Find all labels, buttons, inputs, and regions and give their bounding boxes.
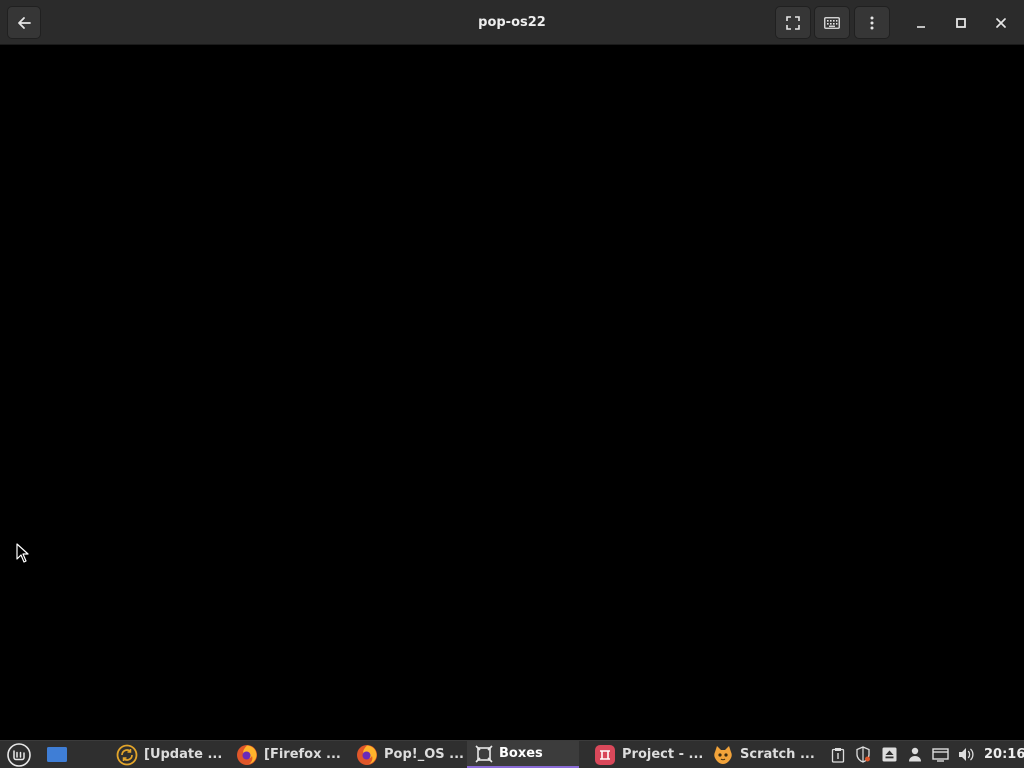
tray-eject[interactable] — [882, 741, 898, 768]
mint-menu-icon — [7, 742, 31, 767]
task-label: [Firefox ... — [264, 747, 341, 762]
volume-icon — [959, 748, 974, 761]
user-icon — [909, 747, 921, 762]
back-button[interactable] — [7, 6, 41, 39]
task-label: [Update ... — [144, 747, 223, 762]
kebab-menu-icon — [870, 16, 874, 29]
minimize-icon — [917, 25, 925, 28]
boxes-icon — [475, 744, 493, 763]
keyboard-button[interactable] — [814, 6, 850, 39]
update-manager-icon — [116, 744, 138, 765]
task-scratch[interactable]: Scratch ... — [704, 741, 822, 768]
vm-display[interactable] — [0, 45, 1024, 740]
close-icon — [996, 17, 1006, 28]
task-update-manager[interactable]: [Update ... — [108, 741, 226, 768]
show-desktop-button[interactable] — [44, 741, 70, 768]
close-button[interactable] — [988, 6, 1014, 39]
tray-clipboard[interactable] — [831, 741, 847, 768]
maximize-icon — [956, 17, 966, 28]
taskbar: [Update ... [Firefox ... Pop!_OS ... Box… — [0, 740, 1024, 768]
project-app-icon — [595, 744, 615, 765]
tray-display[interactable] — [932, 741, 950, 768]
window-title: pop-os22 — [478, 15, 546, 30]
window-titlebar: pop-os22 — [0, 0, 1024, 45]
fullscreen-icon — [786, 15, 800, 30]
eject-icon — [882, 747, 897, 762]
tray-user[interactable] — [908, 741, 924, 768]
task-label: Scratch ... — [740, 747, 815, 762]
tray-shield[interactable] — [855, 741, 873, 768]
clipboard-icon — [831, 747, 845, 763]
task-label: Pop!_OS ... — [384, 747, 464, 762]
scratch-icon — [714, 745, 732, 764]
menu-button[interactable] — [4, 741, 34, 768]
maximize-button[interactable] — [948, 6, 974, 39]
task-project[interactable]: Project - ... — [586, 741, 704, 768]
task-firefox-2[interactable]: Pop!_OS ... — [348, 741, 466, 768]
shield-icon — [856, 746, 870, 763]
task-label: Project - ... — [622, 747, 704, 762]
arrow-left-icon — [18, 16, 31, 29]
firefox-icon — [237, 744, 257, 765]
display-icon — [932, 747, 949, 762]
task-firefox-1[interactable]: [Firefox ... — [228, 741, 346, 768]
keyboard-icon — [824, 16, 840, 29]
minimize-button[interactable] — [908, 6, 934, 39]
mouse-pointer-icon — [16, 543, 29, 563]
task-label: Boxes — [499, 746, 543, 761]
menu-button[interactable] — [854, 6, 890, 39]
firefox-icon — [357, 744, 377, 765]
fullscreen-button[interactable] — [775, 6, 811, 39]
show-desktop-icon — [47, 747, 67, 762]
tray-volume[interactable] — [958, 741, 976, 768]
task-boxes[interactable]: Boxes — [467, 741, 579, 768]
clock[interactable]: 20:16 — [984, 741, 1024, 768]
